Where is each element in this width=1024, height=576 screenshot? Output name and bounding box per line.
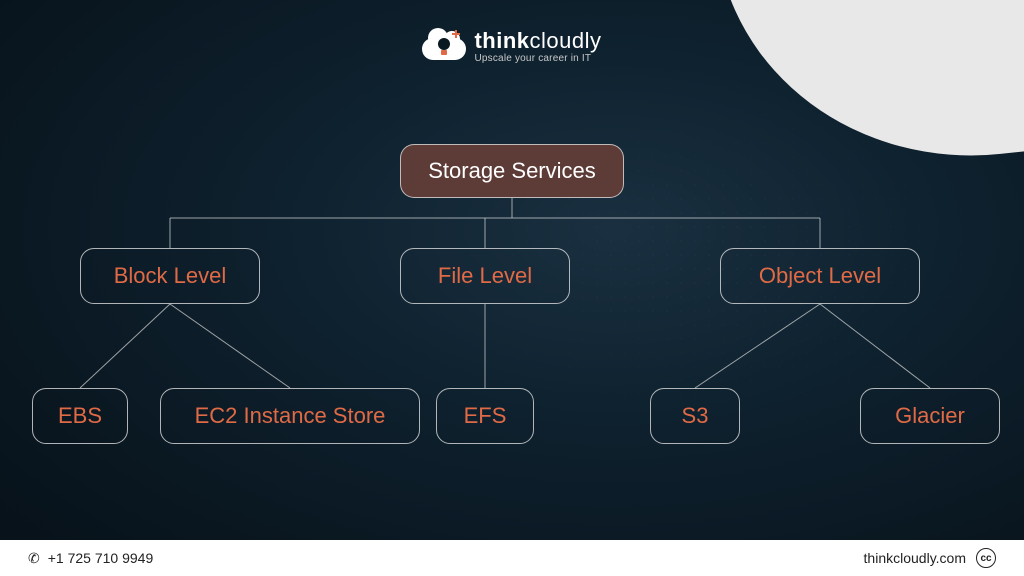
node-leaf-ec2-instance-store: EC2 Instance Store [160, 388, 420, 444]
brand-name-light: cloudly [530, 28, 602, 53]
brand-name: thinkcloudly [474, 30, 601, 52]
node-label: EBS [58, 403, 102, 429]
node-label: Glacier [895, 403, 965, 429]
node-label: Object Level [759, 263, 881, 289]
brand-logo: thinkcloudly Upscale your career in IT [0, 30, 1024, 64]
node-label: EC2 Instance Store [195, 403, 386, 429]
slide-stage: thinkcloudly Upscale your career in IT S… [0, 0, 1024, 576]
node-label: File Level [438, 263, 532, 289]
footer-phone: ✆ +1 725 710 9949 [28, 550, 153, 567]
brand-name-bold: think [474, 28, 529, 53]
node-leaf-ebs: EBS [32, 388, 128, 444]
footer-site: thinkcloudly.com cc [864, 548, 996, 568]
node-root-storage-services: Storage Services [400, 144, 624, 198]
node-label: S3 [682, 403, 709, 429]
footer-website: thinkcloudly.com [864, 550, 966, 566]
cloud-bulb-icon [422, 32, 466, 62]
cc-license-icon: cc [976, 548, 996, 568]
footer-bar: ✆ +1 725 710 9949 thinkcloudly.com cc [0, 540, 1024, 576]
node-leaf-glacier: Glacier [860, 388, 1000, 444]
node-category-file-level: File Level [400, 248, 570, 304]
node-label: EFS [464, 403, 507, 429]
phone-icon: ✆ [28, 550, 40, 567]
node-root-label: Storage Services [428, 158, 596, 184]
node-leaf-efs: EFS [436, 388, 534, 444]
brand-tagline: Upscale your career in IT [474, 54, 601, 64]
footer-phone-number: +1 725 710 9949 [48, 550, 154, 566]
node-category-block-level: Block Level [80, 248, 260, 304]
node-label: Block Level [114, 263, 227, 289]
node-leaf-s3: S3 [650, 388, 740, 444]
node-category-object-level: Object Level [720, 248, 920, 304]
